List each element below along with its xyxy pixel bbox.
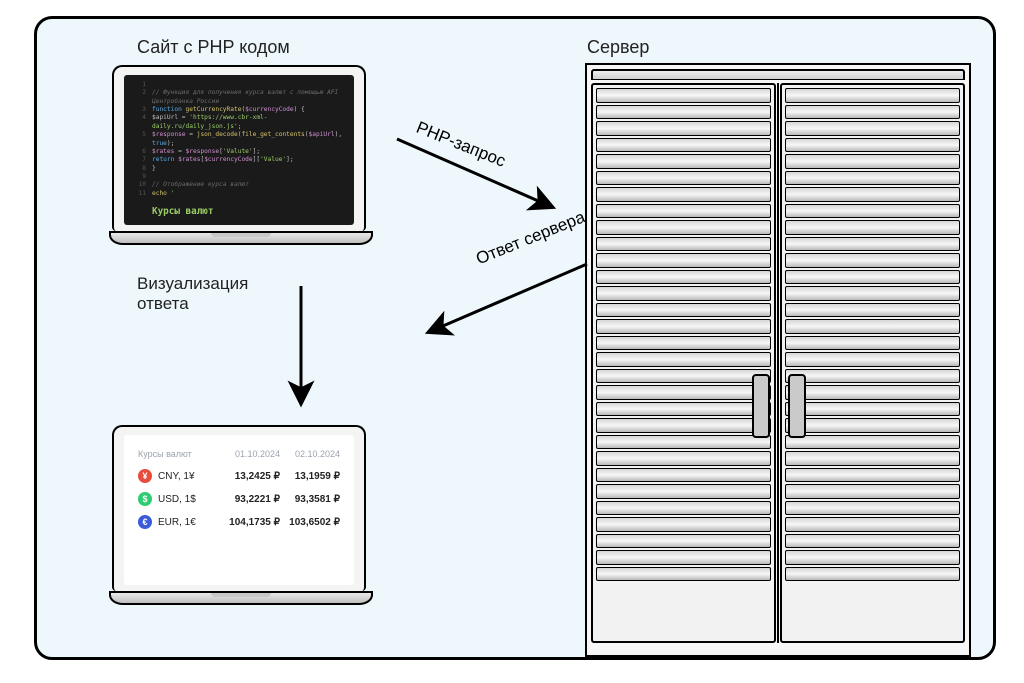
- laptop-code-icon: 12// Функция для получения курса валют с…: [109, 65, 369, 245]
- label-site-with-php: Сайт с PHP кодом: [137, 37, 290, 58]
- rates-date-2: 02.10.2024: [280, 449, 340, 459]
- rates-title: Курсы валют: [138, 449, 220, 459]
- arrow-down-icon: [281, 281, 321, 411]
- code-screen: 12// Функция для получения курса валют с…: [124, 75, 354, 225]
- rates-header-row: Курсы валют 01.10.2024 02.10.2024: [138, 449, 340, 459]
- rate-row: €EUR, 1€104,1735 ₽103,6502 ₽: [138, 515, 340, 529]
- rates-screen: Курсы валют 01.10.2024 02.10.2024 ¥CNY, …: [124, 435, 354, 585]
- arrow-response-icon: Ответ сервера: [417, 254, 597, 344]
- rate-row: ¥CNY, 1¥13,2425 ₽13,1959 ₽: [138, 469, 340, 483]
- label-server: Сервер: [587, 37, 649, 58]
- laptop-output-icon: Курсы валют 01.10.2024 02.10.2024 ¥CNY, …: [109, 425, 369, 605]
- diagram-canvas: Сайт с PHP кодом Сервер Визуализация отв…: [0, 0, 1024, 683]
- diagram-panel: Сайт с PHP кодом Сервер Визуализация отв…: [34, 16, 996, 660]
- rate-row: $USD, 1$93,2221 ₽93,3581 ₽: [138, 492, 340, 506]
- rates-date-1: 01.10.2024: [220, 449, 280, 459]
- arrow-request-icon: PHP-запрос: [387, 129, 567, 219]
- server-cabinet-icon: [585, 63, 971, 657]
- label-visualization: Визуализация ответа: [137, 274, 248, 315]
